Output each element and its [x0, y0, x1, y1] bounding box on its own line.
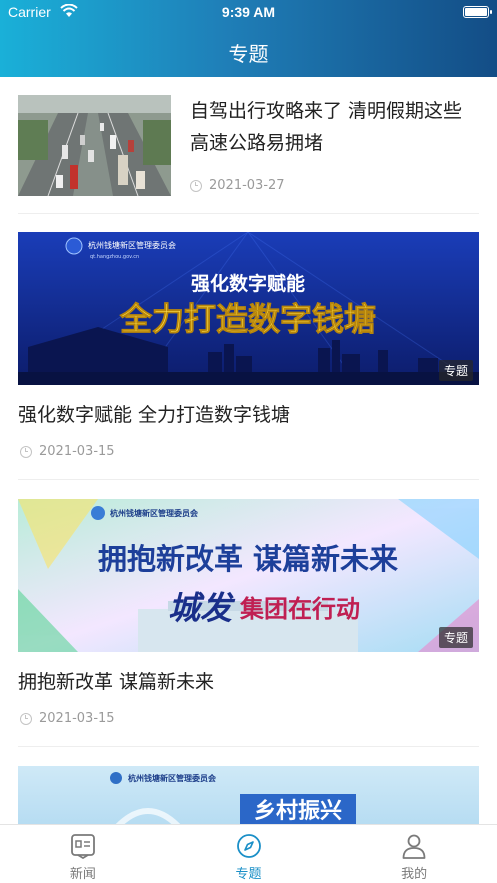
battery-icon [463, 6, 492, 18]
svg-text:集团在行动: 集团在行动 [239, 594, 360, 623]
svg-text:乡村振兴: 乡村振兴 [254, 799, 342, 824]
tab-mine[interactable]: 我的 [331, 825, 497, 883]
status-bar: Carrier 9:39 AM [0, 0, 497, 26]
user-icon [402, 834, 426, 859]
svg-text:全力打造数字钱塘: 全力打造数字钱塘 [119, 300, 376, 338]
clock-icon [190, 179, 202, 192]
article-banner[interactable]: 杭州钱塘新区管理委员会 拥抱新改革 谋篇新未来 城发 集团在行动 专题 [18, 499, 479, 652]
svg-text:杭州钱塘新区管理委员会: 杭州钱塘新区管理委员会 [88, 240, 176, 250]
tab-label: 新闻 [69, 867, 96, 882]
topic-list[interactable]: 自驾出行攻略来了 清明假期这些高速公路易拥堵 2021-03-27 杭州钱塘新区… [0, 77, 497, 824]
banner-image: 杭州钱塘新区管理委员会 qt.hangzhou.gov.cn 强化数字赋能 全力… [18, 232, 479, 385]
article-title[interactable]: 强化数字赋能 全力打造数字钱塘 [18, 400, 290, 427]
tab-label: 专题 [235, 867, 262, 882]
svg-text:杭州钱塘新区管理委员会: 杭州钱塘新区管理委员会 [128, 773, 216, 783]
article-date: 2021-03-15 [39, 444, 115, 459]
article-meta: 2021-03-27 [190, 178, 285, 193]
svg-text:拥抱新改革 谋篇新未来: 拥抱新改革 谋篇新未来 [98, 542, 398, 576]
divider [18, 746, 479, 747]
svg-text:杭州钱塘新区管理委员会: 杭州钱塘新区管理委员会 [110, 508, 198, 518]
svg-text:强化数字赋能: 强化数字赋能 [191, 272, 305, 295]
tab-topics[interactable]: 专题 [166, 825, 332, 883]
article-banner[interactable]: 杭州钱塘新区管理委员会 qt.hangzhou.gov.cn 强化数字赋能 全力… [18, 232, 479, 385]
clock-icon [20, 445, 32, 458]
banner-image: 杭州钱塘新区管理委员会 乡村振兴 [18, 766, 479, 824]
article-date: 2021-03-27 [209, 178, 285, 193]
highway-photo-image [18, 95, 171, 196]
article-title[interactable]: 自驾出行攻略来了 清明假期这些高速公路易拥堵 [190, 95, 479, 159]
compass-icon [236, 834, 261, 858]
topic-tag: 专题 [438, 627, 473, 648]
page-title: 专题 [228, 42, 269, 66]
clock-icon [20, 712, 32, 725]
article-banner[interactable]: 杭州钱塘新区管理委员会 乡村振兴 [18, 766, 479, 824]
list-item[interactable]: 自驾出行攻略来了 清明假期这些高速公路易拥堵 2021-03-27 [18, 95, 479, 214]
tab-news[interactable]: 新闻 [0, 825, 166, 883]
svg-text:城发: 城发 [168, 589, 236, 627]
divider [18, 479, 479, 480]
article-title[interactable]: 拥抱新改革 谋篇新未来 [18, 667, 214, 694]
clock-time: 9:39 AM [221, 4, 276, 20]
article-meta: 2021-03-15 [20, 444, 115, 459]
svg-text:qt.hangzhou.gov.cn: qt.hangzhou.gov.cn [90, 254, 139, 260]
bottom-tab-bar: 新闻 专题 我的 [0, 824, 497, 883]
app-header: Carrier 9:39 AM 专题 [0, 0, 497, 77]
topic-tag: 专题 [438, 360, 473, 381]
tab-label: 我的 [401, 867, 428, 882]
article-date: 2021-03-15 [39, 711, 115, 726]
article-meta: 2021-03-15 [20, 711, 115, 726]
banner-image: 杭州钱塘新区管理委员会 拥抱新改革 谋篇新未来 城发 集团在行动 [18, 499, 479, 652]
news-icon [70, 834, 95, 859]
article-thumbnail[interactable] [18, 95, 171, 196]
